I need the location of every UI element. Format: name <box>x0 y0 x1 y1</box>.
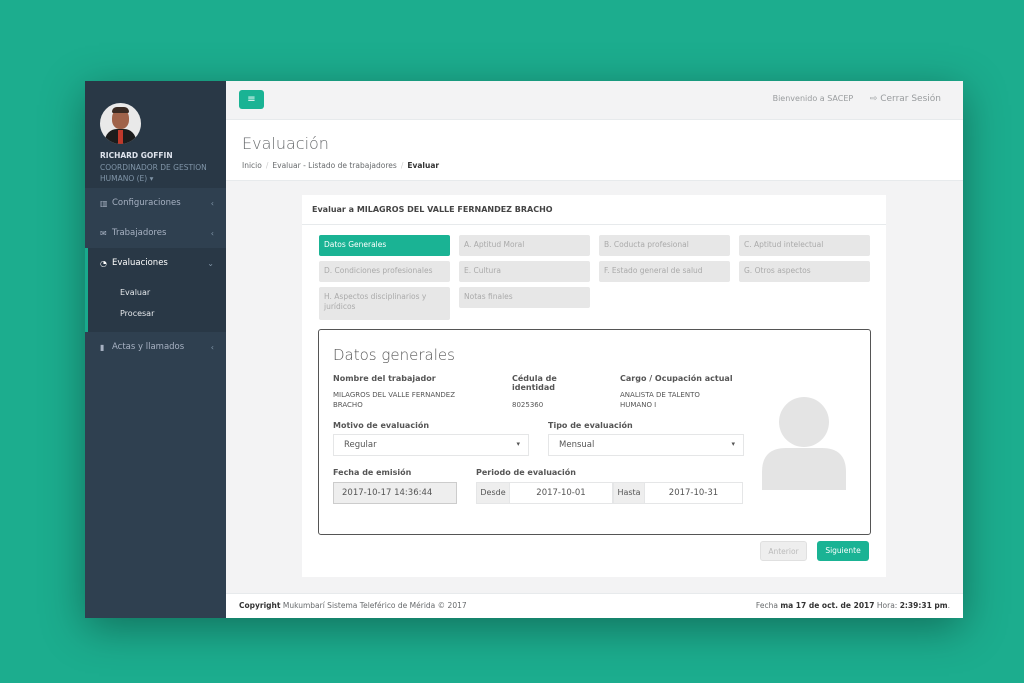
tab-datos-generales[interactable]: Datos Generales <box>319 235 450 256</box>
footer-time: 2:39:31 pm <box>899 601 948 610</box>
worker-value: MILAGROS DEL VALLE FERNANDEZ BRACHO <box>333 391 455 409</box>
caret-down-icon: ▾ <box>731 440 735 448</box>
chevron-down-icon: ▾ <box>149 174 154 183</box>
breadcrumb-separator: / <box>265 161 269 170</box>
evaluaciones-submenu: Evaluar Procesar <box>85 278 226 332</box>
footer: Copyright Mukumbarí Sistema Teleférico d… <box>226 593 963 618</box>
from-addon: Desde <box>476 482 510 504</box>
sidebar-item-trabajadores[interactable]: ✉ Trabajadores ‹ <box>85 218 226 248</box>
submenu-item-evaluar[interactable]: Evaluar <box>120 282 226 303</box>
id-value: 8025360 <box>512 401 544 409</box>
evaluation-card: Evaluar a MILAGROS DEL VALLE FERNANDEZ B… <box>302 195 886 577</box>
emission-label: Fecha de emisión <box>333 468 412 477</box>
chevron-left-icon: ‹ <box>210 228 214 238</box>
motive-label: Motivo de evaluación <box>333 421 430 430</box>
breadcrumb-current: Evaluar <box>407 161 440 170</box>
user-role[interactable]: COORDINADOR DE GESTION HUMANO (E) ▾ <box>100 162 218 184</box>
sign-out-icon: ⇨ <box>869 94 878 104</box>
chevron-left-icon: ‹ <box>210 198 214 208</box>
welcome-text: Bienvenido a SACEP <box>772 94 854 103</box>
footer-datetime: Fecha ma 17 de oct. de 2017 Hora: 2:39:3… <box>755 601 950 610</box>
submenu-item-procesar[interactable]: Procesar <box>120 303 226 324</box>
top-navbar: ≡ Bienvenido a SACEP ⇨ Cerrar Sesión <box>226 81 963 120</box>
position-label: Cargo / Ocupación actual <box>620 374 733 383</box>
file-icon: ▮ <box>100 342 105 352</box>
tab-aptitud-moral[interactable]: A. Aptitud Moral <box>459 235 590 256</box>
sidebar-item-actas[interactable]: ▮ Actas y llamados ‹ <box>85 332 226 362</box>
tab-estado-salud[interactable]: F. Estado general de salud <box>599 261 730 282</box>
breadcrumb-inicio[interactable]: Inicio <box>242 161 262 170</box>
tab-condiciones-profesionales[interactable]: D. Condiciones profesionales <box>319 261 450 282</box>
tab-conducta-profesional[interactable]: B. Coducta profesional <box>599 235 730 256</box>
menu-toggle-button[interactable]: ≡ <box>239 90 264 109</box>
type-label: Tipo de evaluación <box>548 421 633 430</box>
sidebar-item-label: Trabajadores <box>112 228 167 238</box>
panel-title: Datos generales <box>333 346 455 364</box>
tab-otros-aspectos[interactable]: G. Otros aspectos <box>739 261 870 282</box>
topbar-right: Bienvenido a SACEP ⇨ Cerrar Sesión <box>773 94 941 104</box>
sidebar-item-label: Configuraciones <box>112 198 181 208</box>
user-name: RICHARD GOFFIN <box>100 151 173 160</box>
tab-notas-finales[interactable]: Notas finales <box>459 287 590 308</box>
caret-down-icon: ▾ <box>516 440 520 448</box>
from-date-field[interactable]: 2017-10-01 <box>509 482 613 504</box>
profile: RICHARD GOFFIN COORDINADOR DE GESTION HU… <box>85 81 226 188</box>
type-select[interactable]: Mensual ▾ <box>548 434 744 456</box>
page-heading: Evaluación Inicio / Evaluar - Listado de t… <box>226 120 963 181</box>
position-value: ANALISTA DE TALENTO HUMANO I <box>620 391 700 409</box>
previous-button[interactable]: Anterior <box>760 541 807 561</box>
app-window: RICHARD GOFFIN COORDINADOR DE GESTION HU… <box>85 81 963 618</box>
copyright-text: Mukumbarí Sistema Teleférico de Mérida ©… <box>282 601 467 610</box>
user-placeholder-icon <box>762 397 846 490</box>
avatar[interactable] <box>100 103 141 144</box>
pie-chart-icon: ◔ <box>100 258 107 268</box>
next-button[interactable]: Siguiente <box>817 541 869 561</box>
logout-link[interactable]: ⇨ Cerrar Sesión <box>870 94 941 104</box>
sidebar-item-label: Evaluaciones <box>112 258 168 268</box>
chevron-left-icon: ‹ <box>210 342 214 352</box>
emission-date-field[interactable]: 2017-10-17 14:36:44 <box>333 482 457 504</box>
hamburger-icon: ≡ <box>247 94 256 105</box>
tab-aspectos-disciplinarios[interactable]: H. Aspectos disciplinarios y jurídicos <box>319 287 450 320</box>
bar-chart-icon: ▥ <box>100 198 108 208</box>
datos-generales-panel: Datos generales Nombre del trabajador MI… <box>318 329 871 535</box>
to-date-field[interactable]: 2017-10-31 <box>644 482 743 504</box>
sidebar: RICHARD GOFFIN COORDINADOR DE GESTION HU… <box>85 81 226 618</box>
page-title: Evaluación <box>242 134 329 153</box>
tab-aptitud-intelectual[interactable]: C. Aptitud intelectual <box>739 235 870 256</box>
sidebar-item-label: Actas y llamados <box>112 342 185 352</box>
breadcrumb-listado[interactable]: Evaluar - Listado de trabajadores <box>272 161 396 170</box>
footer-date: ma 17 de oct. de 2017 <box>780 601 875 610</box>
sidebar-item-evaluaciones[interactable]: ◔ Evaluaciones ⌄ <box>85 248 226 278</box>
breadcrumb: Inicio / Evaluar - Listado de trabajadores… <box>242 161 947 170</box>
side-nav: ▥ Configuraciones ‹ ✉ Trabajadores ‹ ◔ E… <box>85 188 226 362</box>
worker-label: Nombre del trabajador <box>333 374 436 383</box>
period-label: Periodo de evaluación <box>476 468 576 477</box>
id-label: Cédula de identidad <box>512 374 557 392</box>
breadcrumb-separator: / <box>400 161 404 170</box>
to-addon: Hasta <box>613 482 645 504</box>
tab-cultura[interactable]: E. Cultura <box>459 261 590 282</box>
envelope-icon: ✉ <box>100 228 107 238</box>
copyright-label: Copyright <box>239 601 281 610</box>
sidebar-item-configuraciones[interactable]: ▥ Configuraciones ‹ <box>85 188 226 218</box>
chevron-down-icon: ⌄ <box>207 258 214 268</box>
motive-select[interactable]: Regular ▾ <box>333 434 529 456</box>
card-title: Evaluar a MILAGROS DEL VALLE FERNANDEZ B… <box>302 195 886 225</box>
